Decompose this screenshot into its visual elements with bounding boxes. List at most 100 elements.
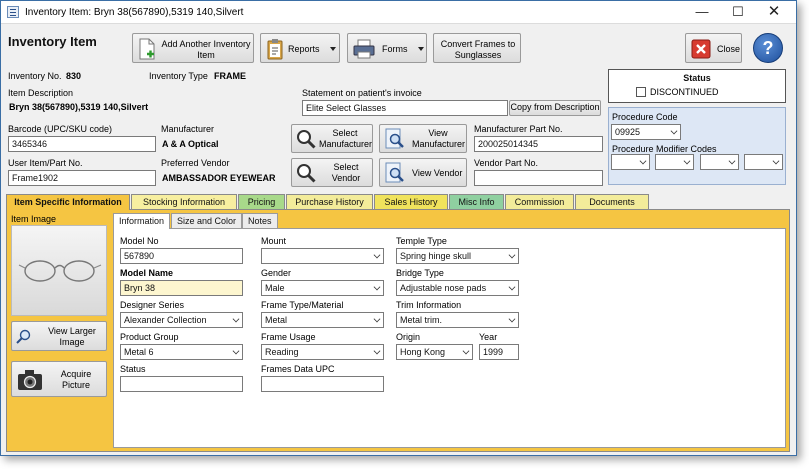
inner-tab-size-and-color[interactable]: Size and Color	[171, 213, 243, 228]
inventory-type-value: FRAME	[214, 71, 246, 81]
chevron-down-icon	[683, 157, 691, 165]
inventory-no-label: Inventory No.	[8, 71, 62, 81]
chevron-down-icon	[670, 127, 678, 135]
procedure-code-select[interactable]: 09925	[611, 124, 681, 140]
view-document-icon	[385, 162, 404, 183]
select-vendor-button[interactable]: Select Vendor	[291, 158, 373, 187]
vendor-part-input[interactable]	[474, 170, 603, 186]
chevron-down-icon	[373, 283, 381, 291]
item-image	[11, 225, 107, 316]
item-description-label: Item Description	[8, 88, 74, 98]
eyeglasses-image	[18, 260, 102, 282]
forms-button[interactable]: Forms	[347, 33, 427, 63]
chevron-down-icon	[508, 251, 516, 259]
tab-commission[interactable]: Commission	[505, 194, 574, 209]
status-box: Status DISCONTINUED	[608, 69, 786, 103]
form-status-label: Status	[120, 364, 146, 374]
discontinued-checkbox[interactable]	[636, 87, 646, 97]
temple-type-label: Temple Type	[396, 236, 447, 246]
user-item-input[interactable]: Frame1902	[8, 170, 156, 186]
dropdown-arrow-icon	[330, 47, 336, 51]
vendor-part-label: Vendor Part No.	[474, 158, 539, 168]
minimize-icon[interactable]: —	[685, 1, 719, 24]
model-no-label: Model No	[120, 236, 159, 246]
magnifier-icon	[297, 164, 316, 183]
reports-button[interactable]: Reports	[260, 33, 340, 63]
frames-upc-input[interactable]	[261, 376, 384, 392]
tab-stocking-information[interactable]: Stocking Information	[131, 194, 237, 209]
year-input[interactable]: 1999	[479, 344, 519, 360]
origin-label: Origin	[396, 332, 421, 342]
view-document-icon	[385, 128, 404, 149]
product-group-select[interactable]: Metal 6	[120, 344, 243, 360]
maximize-icon[interactable]: ☐	[721, 1, 755, 24]
magnifier-icon	[297, 130, 316, 149]
gender-select[interactable]: Male	[261, 280, 384, 296]
trim-select[interactable]: Metal trim.	[396, 312, 519, 328]
chevron-down-icon	[508, 283, 516, 291]
modifier-select-3[interactable]	[700, 154, 739, 170]
inventory-item-window: Inventory Item: Bryn 38(567890),5319 140…	[0, 0, 797, 456]
tab-misc-info[interactable]: Misc Info	[449, 194, 504, 209]
model-no-input[interactable]: 567890	[120, 248, 243, 264]
chevron-down-icon	[639, 157, 647, 165]
chevron-down-icon	[728, 157, 736, 165]
frame-usage-label: Frame Usage	[261, 332, 316, 342]
inner-tab-information[interactable]: Information	[113, 213, 171, 229]
view-manufacturer-button[interactable]: View Manufacturer	[379, 124, 467, 153]
inventory-type-label: Inventory Type	[149, 71, 208, 81]
tab-item-specific-information[interactable]: Item Specific Information	[6, 194, 130, 210]
form-status-input[interactable]	[120, 376, 243, 392]
chevron-down-icon	[462, 347, 470, 355]
printer-icon	[353, 39, 375, 59]
model-name-input[interactable]: Bryn 38	[120, 280, 243, 296]
convert-frames-to-sunglasses-button[interactable]: Convert Frames to Sunglasses	[433, 33, 521, 63]
tab-documents[interactable]: Documents	[575, 194, 649, 209]
preferred-vendor-value: AMBASSADOR EYEWEAR	[162, 173, 276, 183]
mount-label: Mount	[261, 236, 287, 246]
inner-tab-notes[interactable]: Notes	[242, 213, 278, 228]
camera-icon	[18, 370, 42, 390]
tab-purchase-history[interactable]: Purchase History	[286, 194, 373, 209]
frame-usage-select[interactable]: Reading	[261, 344, 384, 360]
chevron-down-icon	[508, 315, 516, 323]
tab-content-panel: Item Image View Larger Image Acquire Pic…	[6, 209, 790, 452]
trim-label: Trim Information	[396, 300, 462, 310]
help-button[interactable]: ?	[753, 33, 783, 63]
view-larger-image-button[interactable]: View Larger Image	[11, 321, 107, 351]
view-vendor-button[interactable]: View Vendor	[379, 158, 467, 187]
temple-type-select[interactable]: Spring hinge skull	[396, 248, 519, 264]
modifier-select-2[interactable]	[655, 154, 694, 170]
tab-sales-history[interactable]: Sales History	[374, 194, 448, 209]
information-form: Model No 567890 Model Name Bryn 38 Desig…	[113, 228, 786, 448]
chevron-down-icon	[373, 251, 381, 259]
modifier-select-1[interactable]	[611, 154, 650, 170]
select-manufacturer-button[interactable]: Select Manufacturer	[291, 124, 373, 153]
chevron-down-icon	[772, 157, 780, 165]
origin-select[interactable]: Hong Kong	[396, 344, 473, 360]
copy-from-description-button[interactable]: Copy from Description	[509, 100, 601, 116]
model-name-label: Model Name	[120, 268, 174, 278]
close-icon[interactable]: ✕	[757, 1, 791, 24]
mount-select[interactable]	[261, 248, 384, 264]
manufacturer-value: A & A Optical	[162, 139, 219, 149]
frame-type-select[interactable]: Metal	[261, 312, 384, 328]
designer-series-select[interactable]: Alexander Collection	[120, 312, 243, 328]
close-button[interactable]: Close	[685, 33, 742, 63]
tab-pricing[interactable]: Pricing	[238, 194, 285, 209]
barcode-input[interactable]: 3465346	[8, 136, 156, 152]
manufacturer-part-label: Manufacturer Part No.	[474, 124, 563, 134]
manufacturer-part-input[interactable]: 200025014345	[474, 136, 603, 152]
bridge-type-select[interactable]: Adjustable nose pads	[396, 280, 519, 296]
close-x-icon	[691, 39, 711, 59]
chevron-down-icon	[232, 347, 240, 355]
add-another-inventory-item-button[interactable]: Add Another Inventory Item	[132, 33, 254, 63]
user-item-label: User Item/Part No.	[8, 158, 83, 168]
statement-input[interactable]: Elite Select Glasses	[302, 100, 508, 116]
acquire-picture-button[interactable]: Acquire Picture	[11, 361, 107, 397]
frame-type-label: Frame Type/Material	[261, 300, 344, 310]
gender-label: Gender	[261, 268, 292, 278]
new-document-icon	[139, 38, 155, 60]
modifier-select-4[interactable]	[744, 154, 783, 170]
preferred-vendor-label: Preferred Vendor	[161, 158, 230, 168]
